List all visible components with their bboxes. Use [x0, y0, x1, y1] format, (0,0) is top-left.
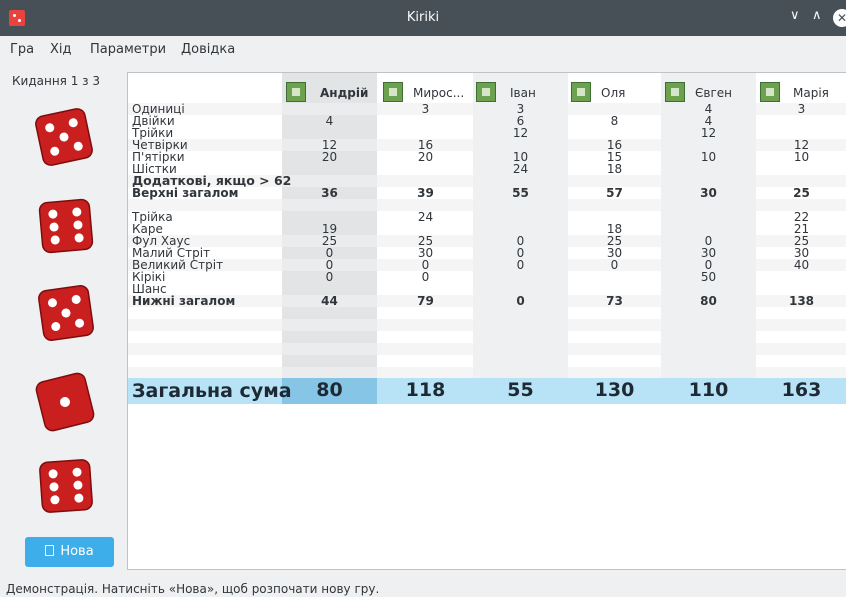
score-cell[interactable]: 50 [661, 271, 756, 283]
die-1[interactable] [33, 106, 95, 168]
window-title: Kiriki [406, 10, 440, 25]
player-avatar-icon [665, 82, 685, 102]
status-bar-text: Демонстрація. Натисніть «Нова», щоб розп… [6, 582, 380, 596]
player-avatar-icon [286, 82, 306, 102]
player-name: Іван [510, 86, 536, 100]
menu-settings[interactable]: Параметри [90, 42, 166, 57]
score-cell[interactable]: 12 [473, 127, 568, 139]
score-cell[interactable]: 3 [378, 103, 473, 115]
score-cell[interactable]: 20 [282, 151, 377, 163]
die-3[interactable] [35, 282, 97, 344]
die-5[interactable] [35, 455, 97, 517]
player-avatar-icon [760, 82, 780, 102]
score-cell[interactable]: 0 [282, 271, 377, 283]
score-cell[interactable]: 10 [661, 151, 756, 163]
scoreboard: Андрій Мирос... Іван Оля Євген Марія Оди… [127, 72, 846, 570]
new-document-icon [45, 545, 55, 556]
score-cell[interactable]: 18 [567, 163, 662, 175]
score-cell[interactable]: 4 [282, 115, 377, 127]
score-cell[interactable]: 0 [378, 271, 473, 283]
title-bar: Kiriki ∨ ∧ ✕ [0, 0, 846, 36]
score-cell[interactable]: 39 [378, 187, 473, 199]
score-cell[interactable]: 73 [567, 295, 662, 307]
score-cell[interactable]: 10 [756, 151, 846, 163]
category-label: Верхні загалом [132, 186, 239, 200]
score-cell[interactable]: 36 [282, 187, 377, 199]
score-cell[interactable]: 40 [756, 259, 846, 271]
player-name: Мирос... [413, 86, 465, 100]
menu-move[interactable]: Хід [50, 42, 72, 57]
row-stripe [128, 199, 846, 211]
score-cell[interactable]: 12 [661, 127, 756, 139]
grand-total-value: 110 [688, 379, 729, 401]
maximize-icon[interactable]: ∧ [812, 8, 822, 23]
row-stripe [128, 343, 846, 355]
die-2[interactable] [35, 195, 97, 257]
grand-total-value: 118 [405, 379, 446, 401]
row-stripe [128, 139, 846, 151]
player-name: Андрій [320, 86, 369, 100]
score-cell[interactable]: 55 [473, 187, 568, 199]
player-name: Євген [695, 86, 732, 100]
score-cell[interactable]: 80 [661, 295, 756, 307]
score-cell[interactable]: 20 [378, 151, 473, 163]
score-cell[interactable]: 0 [567, 259, 662, 271]
grand-total-value: 163 [781, 379, 822, 401]
grand-total-value: 80 [316, 379, 343, 401]
row-stripe [128, 319, 846, 331]
minimize-icon[interactable]: ∨ [790, 8, 800, 23]
score-cell[interactable]: 138 [756, 295, 846, 307]
grand-total-label: Загальна сума [132, 380, 292, 402]
score-cell[interactable]: 79 [378, 295, 473, 307]
grand-total-value: 55 [507, 379, 534, 401]
die-4[interactable] [34, 371, 96, 433]
score-cell[interactable]: 0 [473, 259, 568, 271]
score-cell[interactable]: 30 [661, 187, 756, 199]
player-avatar-icon [571, 82, 591, 102]
menu-game[interactable]: Гра [10, 42, 34, 57]
throw-counter: Кидання 1 з 3 [12, 74, 100, 88]
menu-help[interactable]: Довідка [181, 42, 235, 57]
menu-bar: Гра Хід Параметри Довідка [0, 36, 846, 62]
score-cell[interactable]: 25 [756, 187, 846, 199]
new-game-button[interactable]: Нова [25, 537, 114, 567]
score-cell[interactable]: 44 [282, 295, 377, 307]
player-avatar-icon [476, 82, 496, 102]
player-name: Марія [793, 86, 829, 100]
score-cell[interactable]: 24 [378, 211, 473, 223]
new-game-label: Нова [60, 544, 94, 559]
score-cell[interactable]: 57 [567, 187, 662, 199]
close-icon[interactable]: ✕ [833, 9, 846, 27]
score-cell[interactable]: 0 [473, 295, 568, 307]
player-name: Оля [601, 86, 626, 100]
grand-total-value: 130 [594, 379, 635, 401]
score-cell[interactable]: 3 [756, 103, 846, 115]
score-cell[interactable]: 8 [567, 115, 662, 127]
category-label: Нижні загалом [132, 294, 236, 308]
player-avatar-icon [383, 82, 403, 102]
score-cell[interactable]: 24 [473, 163, 568, 175]
